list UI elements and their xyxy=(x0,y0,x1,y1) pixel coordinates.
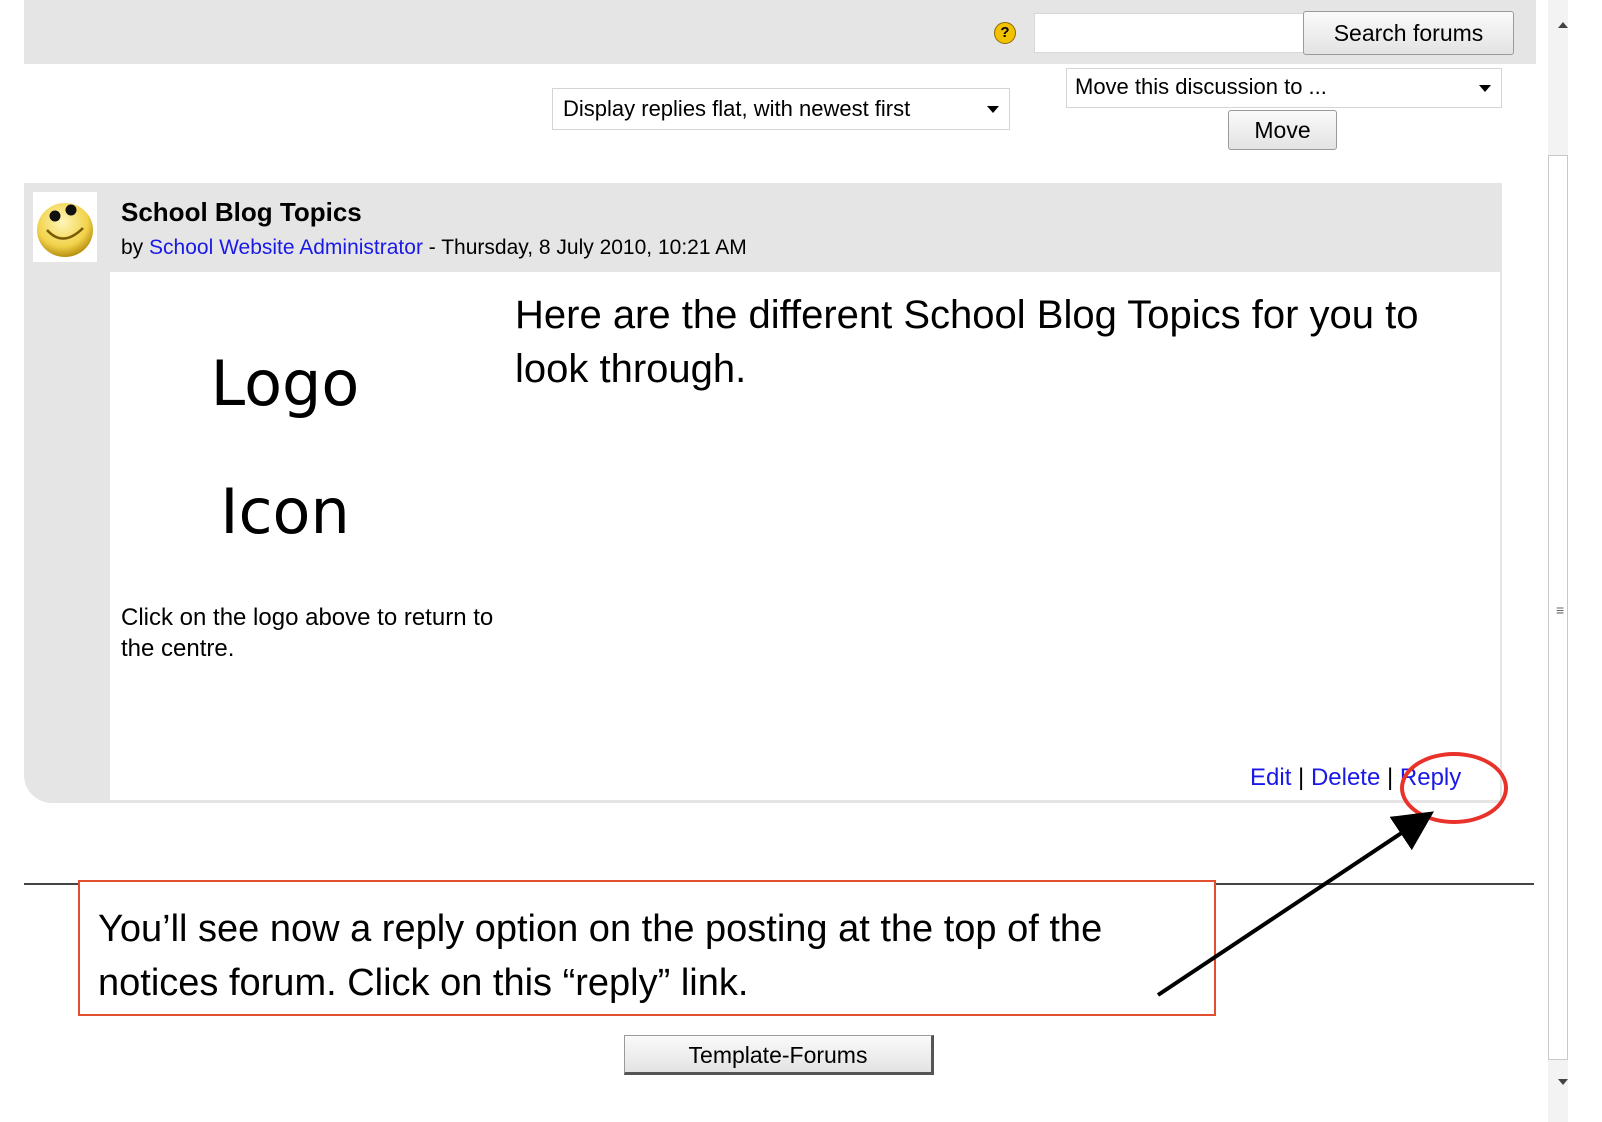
chevron-down-icon xyxy=(987,106,999,113)
post-date: Thursday, 8 July 2010, 10:21 AM xyxy=(441,236,747,259)
post-subject: School Blog Topics xyxy=(121,197,362,227)
avatar[interactable] xyxy=(33,192,97,262)
delete-link[interactable]: Delete xyxy=(1311,764,1380,791)
instruction-callout: You’ll see now a reply option on the pos… xyxy=(78,880,1216,1016)
logo-image[interactable]: Logo Icon xyxy=(150,320,420,576)
scroll-up-icon[interactable] xyxy=(1558,22,1568,28)
post-byline: by School Website Administrator - Thursd… xyxy=(121,236,747,260)
display-mode-value: Display replies flat, with newest first xyxy=(563,96,911,121)
grip-icon: ≡ xyxy=(1556,602,1565,618)
search-forums-button[interactable]: Search forums xyxy=(1303,11,1514,55)
move-discussion-value: Move this discussion to ... xyxy=(1075,74,1327,99)
move-button[interactable]: Move xyxy=(1228,110,1337,150)
scroll-down-icon[interactable] xyxy=(1558,1079,1568,1085)
display-mode-select[interactable]: Display replies flat, with newest first xyxy=(552,88,1010,130)
action-separator: | xyxy=(1380,764,1400,791)
template-forums-button[interactable]: Template-Forums xyxy=(624,1035,934,1075)
post-message: Here are the different School Blog Topic… xyxy=(515,293,1419,391)
action-separator: | xyxy=(1291,764,1311,791)
move-discussion-select[interactable]: Move this discussion to ... xyxy=(1066,68,1502,108)
search-forums-input[interactable] xyxy=(1034,13,1304,53)
help-icon[interactable]: ? xyxy=(994,22,1016,44)
logo-caption: Click on the logo above to return to the… xyxy=(121,604,494,662)
chevron-down-icon xyxy=(1479,85,1491,92)
reply-highlight-circle xyxy=(1400,752,1508,824)
byline-prefix: by xyxy=(121,236,144,259)
edit-link[interactable]: Edit xyxy=(1250,764,1291,791)
author-link[interactable]: School Website Administrator xyxy=(149,236,423,259)
date-separator: - xyxy=(422,236,442,259)
smiley-avatar-icon xyxy=(37,203,93,257)
